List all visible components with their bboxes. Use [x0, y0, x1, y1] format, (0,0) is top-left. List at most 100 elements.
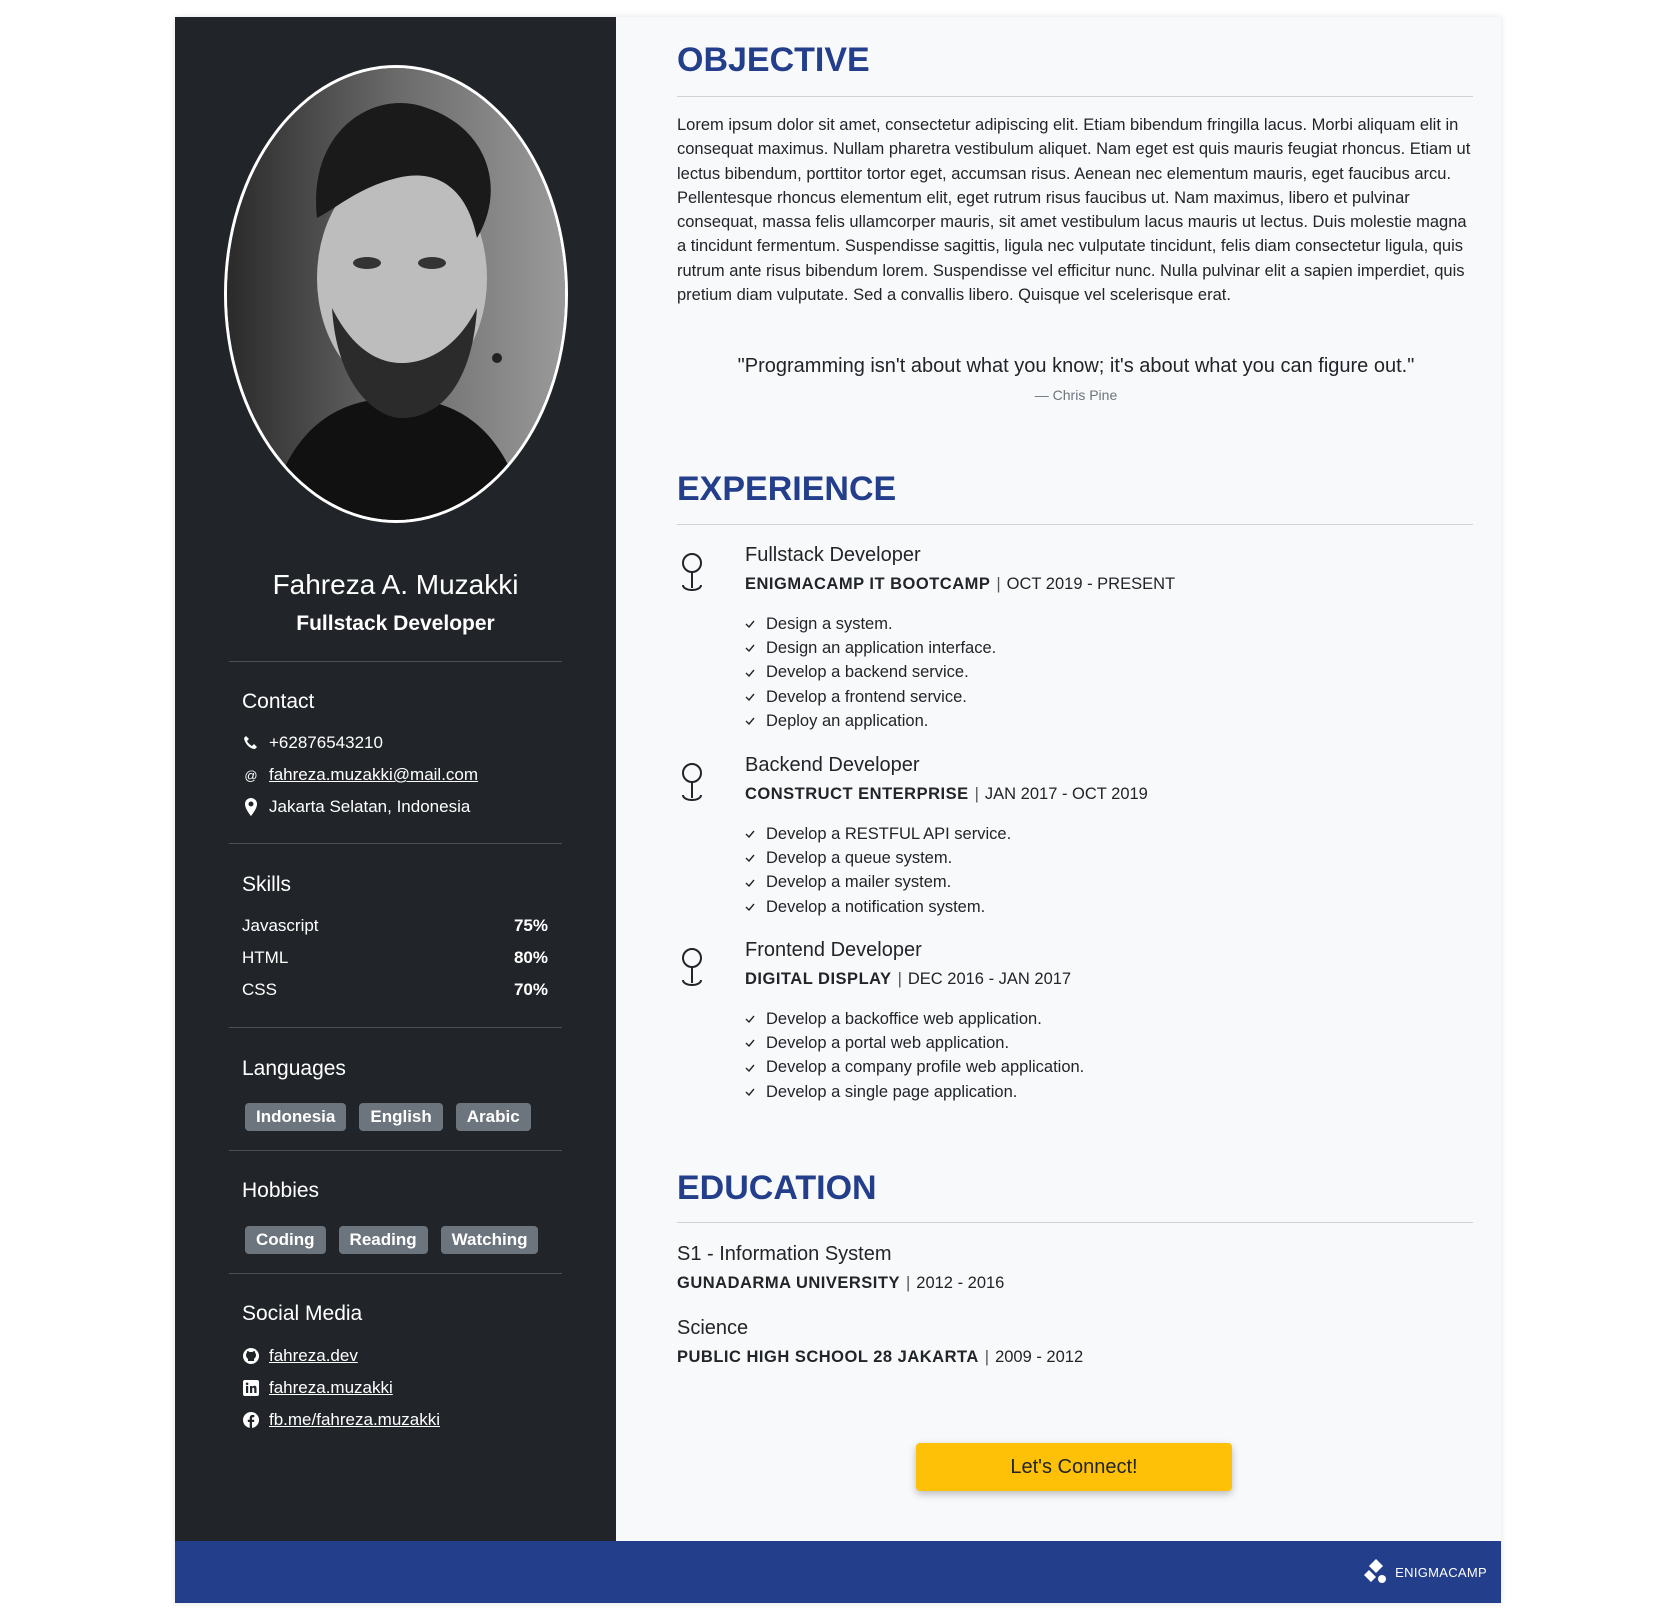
check-icon [745, 717, 759, 725]
check-icon [745, 693, 759, 701]
location-pin-icon [242, 798, 260, 816]
logo-icon [1364, 1559, 1387, 1583]
sidebar: Fahreza A. Muzakki Fullstack Developer C… [175, 17, 616, 1541]
list-item: Develop a single page application. [745, 1080, 1084, 1104]
resume-sheet: Fahreza A. Muzakki Fullstack Developer C… [175, 17, 1501, 1603]
language-badge: Arabic [455, 1103, 531, 1131]
github-icon [242, 1347, 260, 1365]
divider [229, 1273, 562, 1274]
hobby-badge: Reading [338, 1226, 428, 1254]
check-icon [745, 644, 759, 653]
phone-icon [242, 734, 260, 752]
hobby-badge: Watching [440, 1226, 539, 1254]
divider [677, 524, 1473, 525]
degree-title: S1 - Information System [677, 1243, 892, 1265]
enigmacamp-logo: ENIGMACAMP [1361, 1557, 1487, 1587]
hobbies-title: Hobbies [242, 1179, 320, 1202]
social-title: Social Media [242, 1302, 363, 1325]
check-icon [745, 903, 759, 911]
main-content: OBJECTIVE Lorem ipsum dolor sit amet, co… [616, 17, 1501, 1541]
social-linkedin: fahreza.muzakki [242, 1378, 393, 1398]
check-icon [745, 620, 759, 629]
email-link[interactable]: fahreza.muzakki@mail.com [269, 765, 478, 785]
languages-title: Languages [242, 1057, 346, 1080]
list-item: Deploy an application. [745, 709, 996, 733]
list-item: Design an application interface. [745, 636, 996, 660]
social-facebook: fb.me/fahreza.muzakki [242, 1410, 440, 1430]
skills-title: Skills [242, 873, 292, 896]
profile-role: Fullstack Developer [296, 612, 495, 635]
list-item: Develop a portal web application. [745, 1031, 1084, 1055]
profile-name: Fahreza A. Muzakki [272, 569, 519, 600]
map-pin-icon [682, 553, 702, 592]
job-meta: CONSTRUCT ENTERPRISE | JAN 2017 - OCT 2019 [745, 785, 1148, 803]
lets-connect-button[interactable]: Let's Connect! [916, 1443, 1232, 1491]
check-icon [745, 1015, 759, 1024]
skill-row: CSS 70% [242, 980, 548, 999]
language-badge: English [359, 1103, 443, 1131]
school-meta: GUNADARMA UNIVERSITY | 2012 - 2016 [677, 1274, 1005, 1292]
divider [677, 96, 1473, 97]
contact-email: @ fahreza.muzakki@mail.com [242, 765, 478, 785]
check-icon [745, 1088, 759, 1096]
profile-photo [224, 65, 568, 523]
job-title: Frontend Developer [745, 939, 922, 961]
job-meta: DIGITAL DISPLAY | DEC 2016 - JAN 2017 [745, 970, 1072, 988]
list-item: Develop a queue system. [745, 846, 1011, 870]
education-entry: S1 - Information System GUNADARMA UNIVER… [677, 1243, 1004, 1293]
contact-location: Jakarta Selatan, Indonesia [242, 797, 470, 817]
quote-text: "Programming isn't about what you know; … [737, 355, 1415, 377]
list-item: Develop a company profile web applicatio… [745, 1055, 1084, 1079]
map-pin-icon [682, 763, 702, 802]
contact-phone: +62876543210 [242, 733, 383, 753]
hobby-badge: Coding [245, 1226, 326, 1254]
list-item: Develop a backend service. [745, 660, 996, 684]
quote-author: — Chris Pine [1034, 387, 1118, 403]
hobbies-list: Coding Reading Watching [245, 1226, 539, 1254]
experience-heading: EXPERIENCE [677, 470, 897, 508]
language-badge: Indonesia [245, 1103, 347, 1131]
github-link[interactable]: fahreza.dev [269, 1346, 358, 1366]
check-icon [745, 830, 759, 839]
divider [229, 1150, 562, 1151]
divider [229, 843, 562, 844]
degree-title: Science [677, 1317, 749, 1339]
divider [677, 1222, 1473, 1223]
list-item: Develop a mailer system. [745, 870, 1011, 894]
skill-row: Javascript 75% [242, 916, 548, 935]
task-list: Develop a RESTFUL API service. Develop a… [745, 822, 1011, 919]
check-icon [745, 854, 759, 863]
school-meta: PUBLIC HIGH SCHOOL 28 JAKARTA | 2009 - 201… [677, 1348, 1084, 1366]
task-list: Design a system. Design an application i… [745, 612, 996, 733]
education-heading: EDUCATION [677, 1169, 877, 1207]
list-item: Develop a backoffice web application. [745, 1007, 1084, 1031]
objective-text: Lorem ipsum dolor sit amet, consectetur … [677, 116, 1471, 305]
list-item: Design a system. [745, 612, 996, 636]
facebook-link[interactable]: fb.me/fahreza.muzakki [269, 1410, 440, 1430]
divider [229, 661, 562, 662]
map-pin-icon [682, 948, 702, 987]
list-item: Develop a notification system. [745, 895, 1011, 919]
task-list: Develop a backoffice web application. De… [745, 1007, 1084, 1104]
objective-heading: OBJECTIVE [677, 41, 870, 79]
contact-title: Contact [242, 690, 315, 713]
check-icon [745, 1064, 759, 1072]
education-entry: Science PUBLIC HIGH SCHOOL 28 JAKARTA | 20… [677, 1317, 1083, 1367]
check-icon [745, 879, 759, 887]
at-icon: @ [244, 767, 258, 783]
linkedin-link[interactable]: fahreza.muzakki [269, 1378, 393, 1398]
facebook-icon [242, 1411, 260, 1429]
check-icon [745, 1039, 759, 1048]
list-item: Develop a frontend service. [745, 685, 996, 709]
divider [229, 1027, 562, 1028]
job-title: Fullstack Developer [745, 544, 921, 566]
skill-row: HTML 80% [242, 948, 548, 967]
job-title: Backend Developer [745, 754, 920, 776]
footer: ENIGMACAMP [175, 1541, 1501, 1603]
list-item: Develop a RESTFUL API service. [745, 822, 1011, 846]
job-meta: ENIGMACAMP IT BOOTCAMP | OCT 2019 - PRESEN… [745, 575, 1176, 593]
check-icon [745, 669, 759, 677]
social-github: fahreza.dev [242, 1346, 358, 1366]
languages-list: Indonesia English Arabic [245, 1103, 531, 1131]
linkedin-icon [242, 1379, 260, 1397]
